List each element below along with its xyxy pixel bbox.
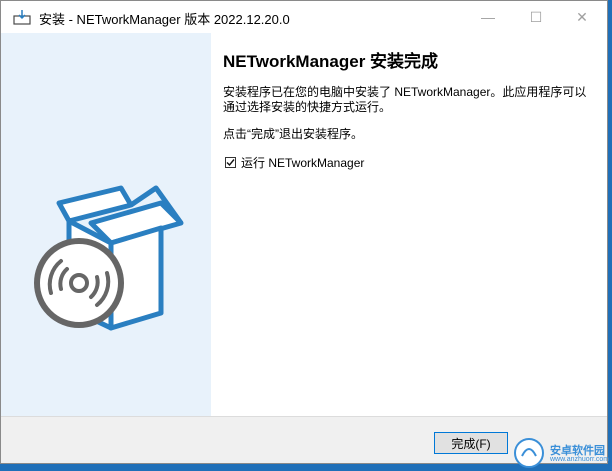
watermark-logo-icon — [514, 438, 544, 468]
watermark-url: www.anzhuorr.com — [550, 456, 610, 463]
run-app-label: 运行 NETworkManager — [241, 156, 365, 170]
maximize-icon[interactable]: ☐ — [513, 1, 559, 33]
finish-note: 点击“完成”退出安装程序。 — [223, 127, 363, 141]
close-icon[interactable]: ✕ — [559, 1, 605, 33]
box-disc-illustration — [34, 185, 184, 331]
wizard-content: NETworkManager 安装完成 安装程序已在您的电脑中安装了 NETwo… — [211, 33, 607, 416]
title-bar[interactable]: 安装 - NETworkManager 版本 2022.12.20.0 — ☐ … — [1, 1, 607, 33]
completion-description: 安装程序已在您的电脑中安装了 NETworkManager。此应用程序可以通过选… — [223, 85, 587, 114]
page-title: NETworkManager 安装完成 — [223, 52, 439, 71]
minimize-icon[interactable]: — — [465, 1, 511, 33]
check-icon[interactable] — [225, 157, 236, 168]
finish-button[interactable]: 完成(F) — [434, 432, 508, 454]
run-app-checkbox[interactable]: 运行 NETworkManager — [225, 154, 364, 171]
installer-window: 安装 - NETworkManager 版本 2022.12.20.0 — ☐ … — [0, 0, 608, 464]
watermark: 安卓软件园 www.anzhuorr.com — [510, 434, 612, 471]
window-title: 安装 - NETworkManager 版本 2022.12.20.0 — [39, 12, 290, 27]
installer-icon — [13, 9, 31, 25]
wizard-sidebar — [1, 33, 211, 416]
